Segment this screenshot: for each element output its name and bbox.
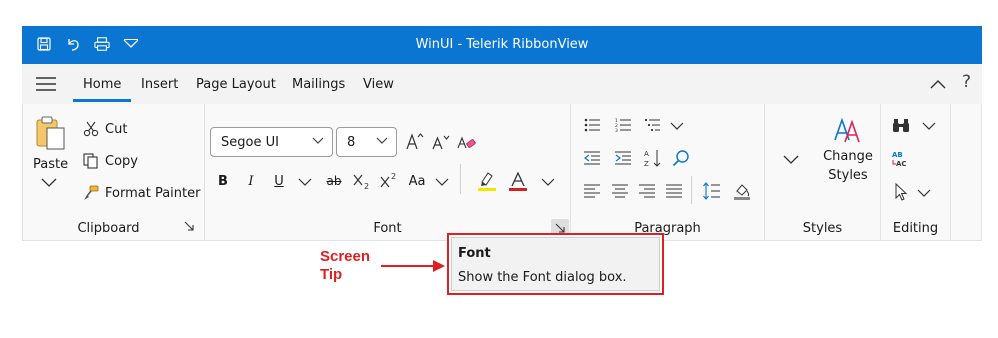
- superscript-icon[interactable]: 2: [378, 171, 400, 191]
- change-case-button[interactable]: Aa: [405, 171, 429, 191]
- select-chevron-icon[interactable]: [916, 186, 932, 200]
- menu-icon[interactable]: [36, 77, 56, 91]
- paragraph-group: 123 AZ Paragraph: [571, 104, 765, 241]
- underline-button[interactable]: U: [271, 171, 287, 191]
- subscript-icon[interactable]: 2: [351, 171, 373, 191]
- svg-text:AB: AB: [892, 151, 903, 159]
- callout-arrow-icon: [381, 260, 445, 272]
- shrink-font-icon[interactable]: [431, 132, 451, 152]
- align-left-icon[interactable]: [583, 182, 601, 200]
- scissors-icon: [83, 121, 99, 137]
- font-color-icon[interactable]: [507, 169, 529, 193]
- increase-indent-icon[interactable]: [614, 149, 632, 167]
- collapse-ribbon-icon[interactable]: [930, 78, 946, 93]
- align-center-icon[interactable]: [611, 182, 629, 200]
- svg-text:AC: AC: [896, 160, 907, 168]
- copy-button[interactable]: Copy: [83, 153, 138, 169]
- strikethrough-button[interactable]: ab: [323, 171, 345, 191]
- ribbon-tab-bar: Home Insert Page Layout Mailings View ?: [22, 64, 982, 104]
- line-spacing-icon[interactable]: [701, 180, 721, 202]
- editing-group: AB AC Editing: [881, 104, 951, 241]
- align-right-icon[interactable]: [638, 182, 656, 200]
- format-painter-button[interactable]: Format Painter: [83, 185, 200, 201]
- font-size-combo[interactable]: 8: [336, 127, 397, 157]
- screentip-content: Font Show the Font dialog box.: [451, 237, 660, 291]
- chevron-down-icon: [376, 137, 388, 145]
- highlight-color-icon[interactable]: [476, 169, 498, 193]
- change-styles-button[interactable]: Change Styles: [821, 116, 875, 186]
- styles-group-label: Styles: [802, 221, 843, 236]
- window-title: WinUI - Telerik RibbonView: [415, 37, 589, 52]
- clipboard-launcher-icon[interactable]: [183, 220, 195, 232]
- font-color-chevron-icon[interactable]: [540, 174, 556, 190]
- bold-button[interactable]: B: [215, 171, 231, 191]
- cut-button[interactable]: Cut: [83, 121, 127, 137]
- svg-text:Z: Z: [644, 160, 649, 168]
- numbering-icon[interactable]: 123: [614, 116, 632, 134]
- italic-button[interactable]: I: [243, 171, 259, 191]
- font-family-value: Segoe UI: [221, 134, 279, 150]
- change-styles-label-2: Styles: [828, 168, 868, 183]
- find-icon[interactable]: [671, 148, 691, 168]
- format-painter-label: Format Painter: [105, 185, 201, 201]
- tab-home[interactable]: Home: [72, 77, 132, 102]
- copy-label: Copy: [105, 153, 138, 169]
- font-size-value: 8: [347, 134, 356, 150]
- svg-text:3: 3: [615, 128, 618, 132]
- paste-label: Paste: [33, 157, 69, 172]
- app-window: WinUI - Telerik RibbonView Home Insert P…: [22, 26, 982, 241]
- underline-chevron-icon[interactable]: [297, 174, 313, 190]
- font-screentip: Font Show the Font dialog box.: [447, 233, 664, 295]
- clipboard-group: Paste Cut Copy Format Painter Clipboard: [23, 104, 205, 241]
- cut-label: Cut: [105, 121, 128, 137]
- clipboard-group-label: Clipboard: [77, 221, 140, 236]
- title-bar: WinUI - Telerik RibbonView: [22, 26, 982, 64]
- tab-view[interactable]: View: [363, 77, 394, 92]
- editing-group-label: Editing: [892, 221, 939, 236]
- svg-text:A: A: [644, 150, 649, 158]
- svg-text:2: 2: [391, 172, 396, 181]
- callout-line-1: Screen: [320, 248, 371, 265]
- tab-mailings[interactable]: Mailings: [292, 77, 345, 92]
- multilevel-list-icon[interactable]: [643, 116, 661, 134]
- justify-icon[interactable]: [665, 182, 683, 200]
- screentip-title: Font: [458, 246, 491, 261]
- clear-formatting-icon[interactable]: [456, 132, 476, 152]
- shading-icon[interactable]: [731, 180, 753, 202]
- sort-icon[interactable]: AZ: [643, 147, 663, 169]
- styles-group: Change Styles Styles: [765, 104, 881, 241]
- change-styles-label-1: Change: [823, 149, 873, 164]
- styles-chevron-icon[interactable]: [783, 152, 799, 166]
- grow-font-icon[interactable]: [405, 130, 425, 152]
- divider: [691, 176, 692, 204]
- change-styles-icon: [833, 116, 861, 144]
- font-family-combo[interactable]: Segoe UI: [210, 127, 333, 157]
- paste-icon: [36, 116, 66, 150]
- bullets-icon[interactable]: [583, 116, 601, 134]
- copy-icon: [83, 153, 99, 169]
- screentip-callout: Screen Tip: [320, 248, 370, 284]
- help-button[interactable]: ?: [962, 72, 971, 92]
- change-case-chevron-icon[interactable]: [434, 174, 450, 190]
- decrease-indent-icon[interactable]: [583, 149, 601, 167]
- font-group: Segoe UI 8 B I U ab 2 2 Aa Font: [205, 104, 571, 241]
- tab-page-layout[interactable]: Page Layout: [196, 77, 276, 92]
- paste-chevron-icon[interactable]: [41, 178, 57, 188]
- tab-insert[interactable]: Insert: [141, 77, 178, 92]
- screentip-description: Show the Font dialog box.: [458, 270, 627, 285]
- binoculars-icon[interactable]: [891, 116, 911, 136]
- select-cursor-icon[interactable]: [891, 182, 911, 202]
- svg-text:2: 2: [364, 182, 369, 190]
- list-chevron-icon[interactable]: [669, 119, 685, 133]
- find-chevron-icon[interactable]: [921, 119, 937, 133]
- divider: [460, 164, 461, 194]
- replace-icon[interactable]: AB AC: [891, 149, 911, 169]
- ribbon-panel: Paste Cut Copy Format Painter Clipboard …: [22, 104, 982, 241]
- callout-line-2: Tip: [320, 266, 343, 283]
- chevron-down-icon: [312, 137, 324, 145]
- format-painter-icon: [83, 185, 99, 201]
